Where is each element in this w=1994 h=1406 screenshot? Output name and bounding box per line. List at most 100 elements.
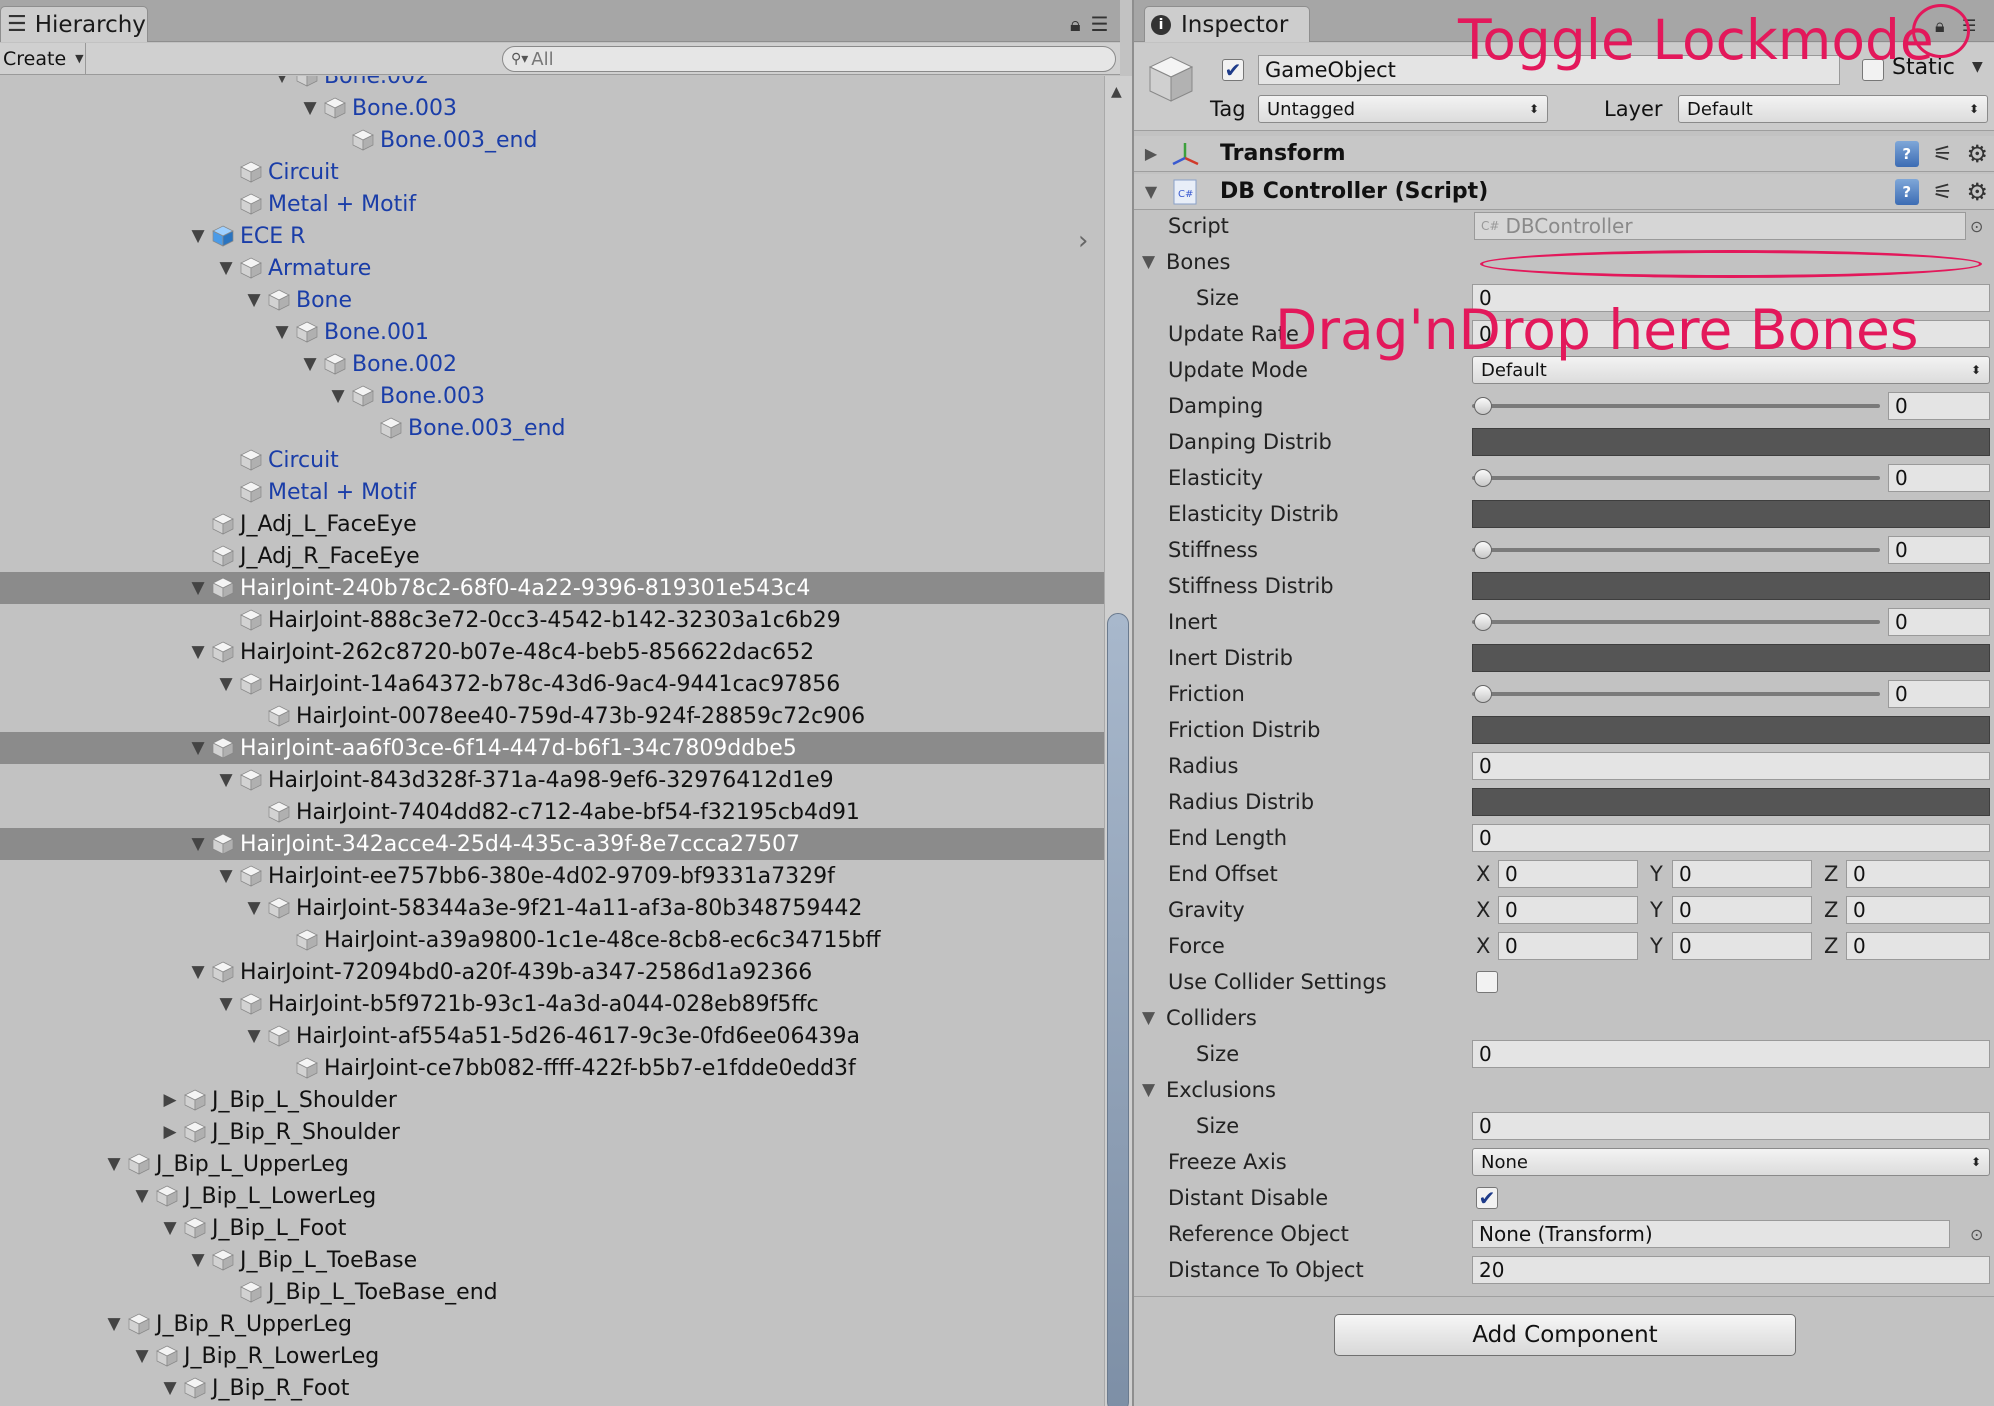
hierarchy-row[interactable]: ▼ Bone.003 bbox=[0, 380, 1104, 412]
fold-open-icon[interactable]: ▼ bbox=[1142, 1080, 1155, 1100]
fold-open-icon[interactable]: ▼ bbox=[128, 1186, 156, 1206]
fold-closed-icon[interactable]: ▶ bbox=[156, 1090, 184, 1110]
hierarchy-row[interactable]: ▼ J_Bip_L_UpperLeg bbox=[0, 1148, 1104, 1180]
elasticity-distrib-curve[interactable] bbox=[1472, 500, 1990, 528]
elasticity-field[interactable]: 0 bbox=[1888, 464, 1990, 492]
fold-closed-icon[interactable]: ▶ bbox=[1138, 144, 1164, 163]
hierarchy-row[interactable]: ▶ J_Bip_L_Shoulder bbox=[0, 1084, 1104, 1116]
end-offset-y-field[interactable]: 0 bbox=[1672, 860, 1812, 888]
hierarchy-row[interactable]: ▼ HairJoint-aa6f03ce-6f14-447d-b6f1-34c78… bbox=[0, 732, 1104, 764]
object-picker-icon[interactable]: ⊙ bbox=[1970, 1225, 1983, 1244]
force-x-field[interactable]: 0 bbox=[1498, 932, 1638, 960]
dbcontroller-component-header[interactable]: ▼ C# DB Controller (Script) ? ⚟ ⚙ bbox=[1134, 174, 1994, 210]
gravity-y-field[interactable]: 0 bbox=[1672, 896, 1812, 924]
hierarchy-row[interactable]: ▼ ECE R bbox=[0, 220, 1104, 252]
gear-icon[interactable]: ⚙ bbox=[1966, 178, 1988, 206]
object-picker-icon[interactable]: ⊙ bbox=[1970, 217, 1983, 236]
fold-open-icon[interactable]: ▼ bbox=[184, 962, 212, 982]
hierarchy-row[interactable]: ▼ Armature bbox=[0, 252, 1104, 284]
hierarchy-row[interactable]: Circuit bbox=[0, 156, 1104, 188]
lock-icon[interactable]: 🔒︎ bbox=[1070, 12, 1081, 36]
stiffness-field[interactable]: 0 bbox=[1888, 536, 1990, 564]
radius-distrib-curve[interactable] bbox=[1472, 788, 1990, 816]
hierarchy-row[interactable]: ▼ HairJoint-b5f9721b-93c1-4a3d-a044-028eb… bbox=[0, 988, 1104, 1020]
fold-open-icon[interactable]: ▼ bbox=[296, 354, 324, 374]
hierarchy-row[interactable]: ▼ HairJoint-ee757bb6-380e-4d02-9709-bf933… bbox=[0, 860, 1104, 892]
stiffness-distrib-curve[interactable] bbox=[1472, 572, 1990, 600]
search-input[interactable]: ⚲▾ All bbox=[502, 46, 1116, 72]
danping-distrib-curve[interactable] bbox=[1472, 428, 1990, 456]
hierarchy-row[interactable]: ▼ HairJoint-58344a3e-9f21-4a11-af3a-80b34… bbox=[0, 892, 1104, 924]
scrollbar-thumb[interactable] bbox=[1107, 613, 1129, 1406]
colliders-row[interactable]: ▼ Colliders bbox=[1134, 1000, 1994, 1036]
fold-open-icon[interactable]: ▼ bbox=[100, 1314, 128, 1334]
hierarchy-row[interactable]: HairJoint-ce7bb082-ffff-422f-b5b7-e1fdde… bbox=[0, 1052, 1104, 1084]
hierarchy-row[interactable]: ▼ HairJoint-843d328f-371a-4a98-9ef6-32976… bbox=[0, 764, 1104, 796]
inert-field[interactable]: 0 bbox=[1888, 608, 1990, 636]
elasticity-slider-track[interactable] bbox=[1472, 476, 1880, 480]
friction-distrib-curve[interactable] bbox=[1472, 716, 1990, 744]
elasticity-slider-knob[interactable] bbox=[1474, 469, 1492, 487]
script-field[interactable]: C# DBController bbox=[1474, 212, 1966, 240]
inspector-tab[interactable]: i Inspector bbox=[1144, 6, 1310, 42]
hierarchy-tab[interactable]: ☰ Hierarchy bbox=[0, 6, 148, 42]
hierarchy-row[interactable]: ▼ HairJoint-262c8720-b07e-48c4-beb5-85662… bbox=[0, 636, 1104, 668]
inert-slider-track[interactable] bbox=[1472, 620, 1880, 624]
fold-open-icon[interactable]: ▼ bbox=[184, 642, 212, 662]
damping-slider-track[interactable] bbox=[1472, 404, 1880, 408]
hierarchy-row[interactable]: ▼ J_Bip_L_ToeBase bbox=[0, 1244, 1104, 1276]
force-y-field[interactable]: 0 bbox=[1672, 932, 1812, 960]
use-collider-checkbox[interactable] bbox=[1476, 971, 1498, 993]
end-offset-x-field[interactable]: 0 bbox=[1498, 860, 1638, 888]
end-offset-z-field[interactable]: 0 bbox=[1846, 860, 1990, 888]
fold-open-icon[interactable]: ▼ bbox=[184, 1250, 212, 1270]
fold-open-icon[interactable]: ▼ bbox=[268, 76, 296, 86]
fold-open-icon[interactable]: ▼ bbox=[212, 866, 240, 886]
hierarchy-row[interactable]: HairJoint-888c3e72-0cc3-4542-b142-32303a… bbox=[0, 604, 1104, 636]
fold-open-icon[interactable]: ▼ bbox=[100, 1154, 128, 1174]
inert-slider-knob[interactable] bbox=[1474, 613, 1492, 631]
fold-open-icon[interactable]: ▼ bbox=[296, 98, 324, 118]
hierarchy-row[interactable]: HairJoint-7404dd82-c712-4abe-bf54-f32195… bbox=[0, 796, 1104, 828]
fold-open-icon[interactable]: ▼ bbox=[128, 1346, 156, 1366]
layer-dropdown[interactable]: Default ⬍ bbox=[1678, 95, 1988, 123]
hierarchy-row[interactable]: ▼ Bone.002 bbox=[0, 76, 1104, 92]
hierarchy-row[interactable]: ▼ J_Bip_L_Foot bbox=[0, 1212, 1104, 1244]
stiffness-slider-track[interactable] bbox=[1472, 548, 1880, 552]
hierarchy-row[interactable]: ▼ Bone bbox=[0, 284, 1104, 316]
menu-icon[interactable]: ☰ bbox=[1091, 12, 1109, 36]
hierarchy-row[interactable]: ▼ Bone.003 bbox=[0, 92, 1104, 124]
radius-field[interactable]: 0 bbox=[1472, 752, 1990, 780]
hierarchy-row[interactable]: Circuit bbox=[0, 444, 1104, 476]
fold-open-icon[interactable]: ▼ bbox=[212, 994, 240, 1014]
hierarchy-row[interactable]: Metal + Motif bbox=[0, 476, 1104, 508]
hierarchy-row[interactable]: HairJoint-0078ee40-759d-473b-924f-28859c… bbox=[0, 700, 1104, 732]
hierarchy-row[interactable]: Bone.003_end bbox=[0, 412, 1104, 444]
fold-open-icon[interactable]: ▼ bbox=[212, 258, 240, 278]
distance-field[interactable]: 20 bbox=[1472, 1256, 1990, 1284]
hierarchy-row[interactable]: HairJoint-a39a9800-1c1e-48ce-8cb8-ec6c34… bbox=[0, 924, 1104, 956]
chevron-right-icon[interactable]: › bbox=[1078, 226, 1088, 256]
fold-open-icon[interactable]: ▼ bbox=[1142, 252, 1155, 272]
gravity-z-field[interactable]: 0 bbox=[1846, 896, 1990, 924]
hierarchy-row[interactable]: ▼ J_Bip_R_LowerLeg bbox=[0, 1340, 1104, 1372]
gravity-x-field[interactable]: 0 bbox=[1498, 896, 1638, 924]
freeze-axis-dropdown[interactable]: None ⬍ bbox=[1472, 1148, 1990, 1176]
hierarchy-row[interactable]: ▼ J_Bip_R_UpperLeg bbox=[0, 1308, 1104, 1340]
exclusions-size-field[interactable]: 0 bbox=[1472, 1112, 1990, 1140]
distant-disable-checkbox[interactable]: ✔ bbox=[1476, 1187, 1498, 1209]
gear-icon[interactable]: ⚙ bbox=[1966, 140, 1988, 168]
fold-open-icon[interactable]: ▼ bbox=[156, 1218, 184, 1238]
damping-slider-knob[interactable] bbox=[1474, 397, 1492, 415]
fold-open-icon[interactable]: ▼ bbox=[212, 770, 240, 790]
hierarchy-row[interactable]: ▼ Bone.002 bbox=[0, 348, 1104, 380]
hierarchy-row[interactable]: Metal + Motif bbox=[0, 188, 1104, 220]
hierarchy-row[interactable]: ▼ HairJoint-14a64372-b78c-43d6-9ac4-9441c… bbox=[0, 668, 1104, 700]
fold-open-icon[interactable]: ▼ bbox=[240, 898, 268, 918]
hierarchy-row[interactable]: ▼ HairJoint-af554a51-5d26-4617-9c3e-0fd6e… bbox=[0, 1020, 1104, 1052]
colliders-size-field[interactable]: 0 bbox=[1472, 1040, 1990, 1068]
friction-slider-track[interactable] bbox=[1472, 692, 1880, 696]
force-z-field[interactable]: 0 bbox=[1846, 932, 1990, 960]
inert-distrib-curve[interactable] bbox=[1472, 644, 1990, 672]
fold-open-icon[interactable]: ▼ bbox=[268, 322, 296, 342]
